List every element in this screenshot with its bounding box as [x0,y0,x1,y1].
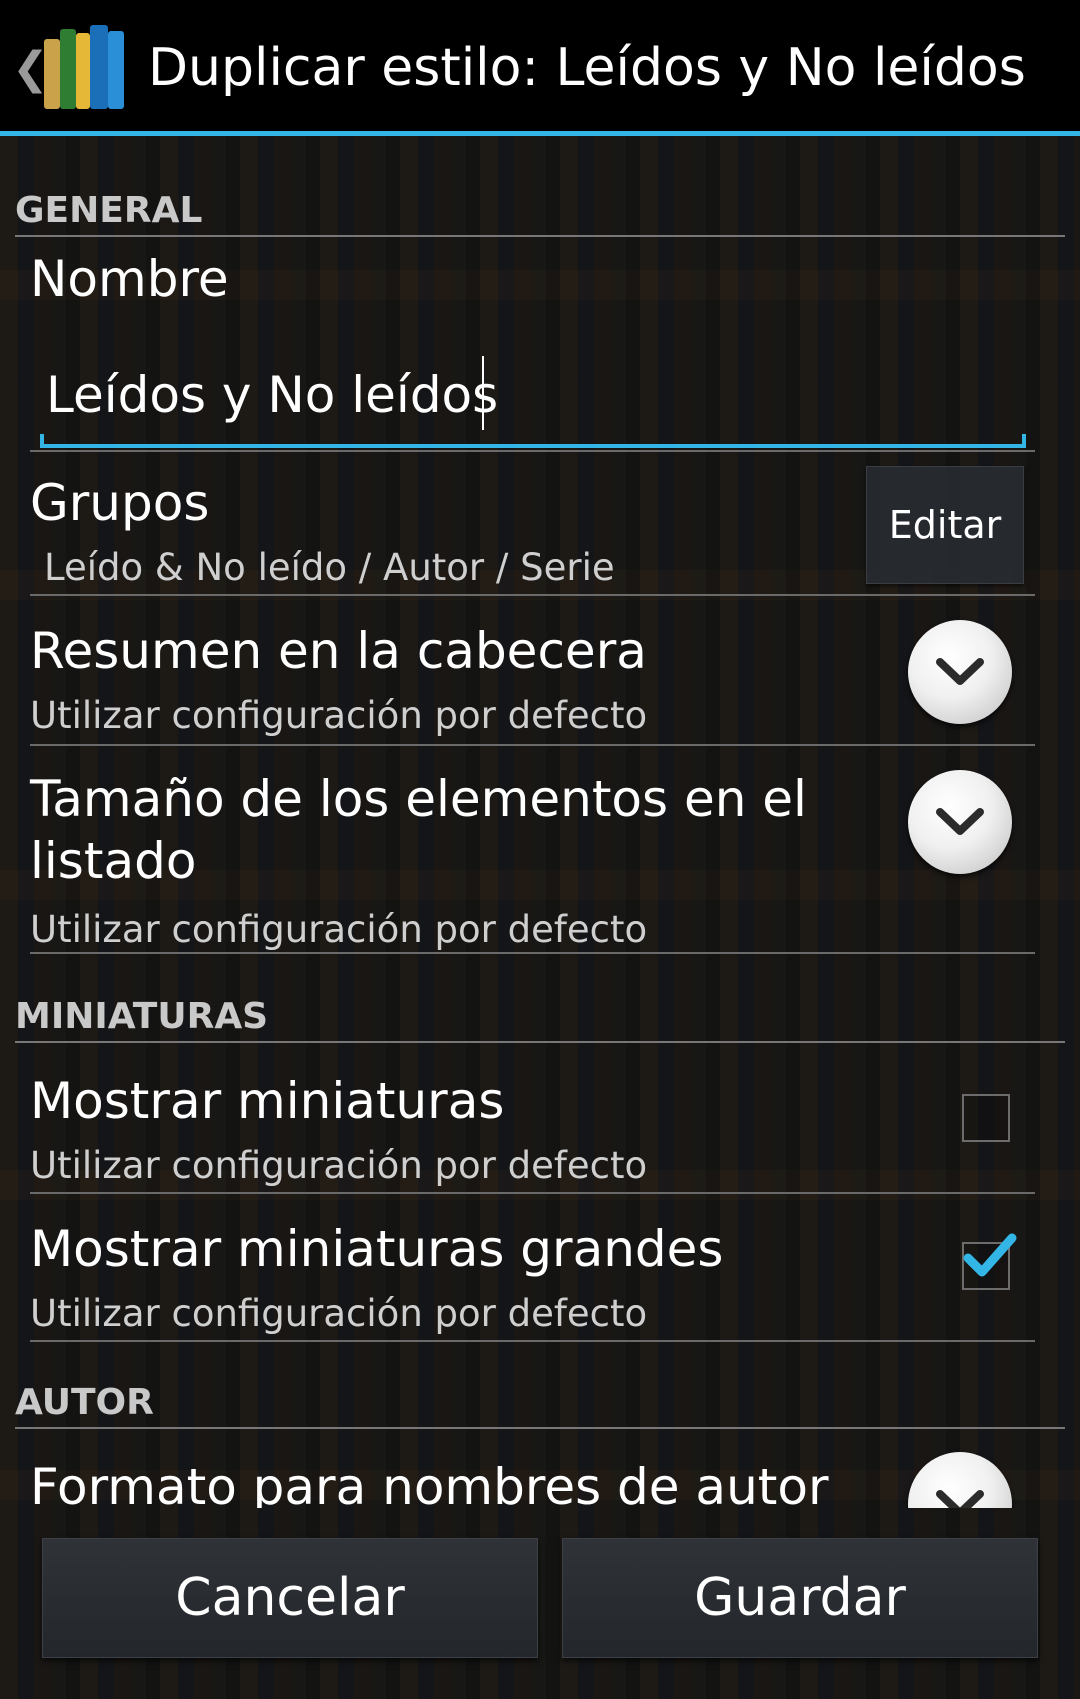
chevron-down-icon [936,808,984,835]
resumen-dropdown-button[interactable] [908,620,1012,724]
section-header-general: GENERAL [15,190,1065,237]
nombre-input[interactable] [42,350,1026,440]
editar-button[interactable]: Editar [866,466,1024,584]
resumen-summary: Utilizar configuración por defecto [30,694,648,737]
page-title: Duplicar estilo: Leídos y No leídos [148,38,1026,98]
mostrar-miniaturas-title: Mostrar miniaturas [30,1072,505,1130]
chevron-down-icon [936,1490,984,1508]
cancel-button[interactable]: Cancelar [42,1538,538,1658]
app-logo-icon[interactable] [42,23,128,113]
divider [30,744,1035,746]
tamano-title-line2: listado [30,832,197,890]
checkmark-icon [963,1233,1017,1277]
resumen-title: Resumen en la cabecera [30,622,647,680]
action-bar: ❮ Duplicar estilo: Leídos y No leídos [0,0,1080,136]
tamano-summary: Utilizar configuración por defecto [30,908,648,951]
screen: ❮ Duplicar estilo: Leídos y No leídos GE… [0,0,1080,1699]
text-cursor [482,356,484,430]
tamano-dropdown-button[interactable] [908,770,1012,874]
chevron-down-icon [936,658,984,685]
mostrar-miniaturas-grandes-summary: Utilizar configuración por defecto [30,1292,648,1335]
formato-autor-title: Formato para nombres de autor [30,1458,829,1508]
divider [30,1192,1035,1194]
divider [30,594,1035,596]
save-button[interactable]: Guardar [562,1538,1038,1658]
nombre-title: Nombre [30,250,229,308]
nombre-input-underline [40,434,1026,448]
bottom-button-bar: Cancelar Guardar [0,1538,1080,1658]
preferences-list[interactable]: GENERAL Nombre Grupos Leído & No leído /… [0,136,1080,1508]
grupos-summary: Leído & No leído / Autor / Serie [44,546,615,589]
divider [30,450,1035,452]
back-icon[interactable]: ❮ [12,43,49,94]
action-bar-divider [0,131,1080,136]
divider [30,952,1035,954]
section-header-miniaturas: MINIATURAS [15,996,1065,1043]
mostrar-miniaturas-grandes-checkbox[interactable] [962,1233,1017,1290]
grupos-title: Grupos [30,474,210,532]
mostrar-miniaturas-grandes-title: Mostrar miniaturas grandes [30,1220,724,1278]
divider [30,1340,1035,1342]
tamano-title-line1: Tamaño de los elementos en el [30,770,807,828]
mostrar-miniaturas-summary: Utilizar configuración por defecto [30,1144,648,1187]
section-header-autor: AUTOR [15,1382,1065,1429]
mostrar-miniaturas-checkbox[interactable] [962,1094,1010,1142]
formato-autor-dropdown-button[interactable] [908,1452,1012,1508]
